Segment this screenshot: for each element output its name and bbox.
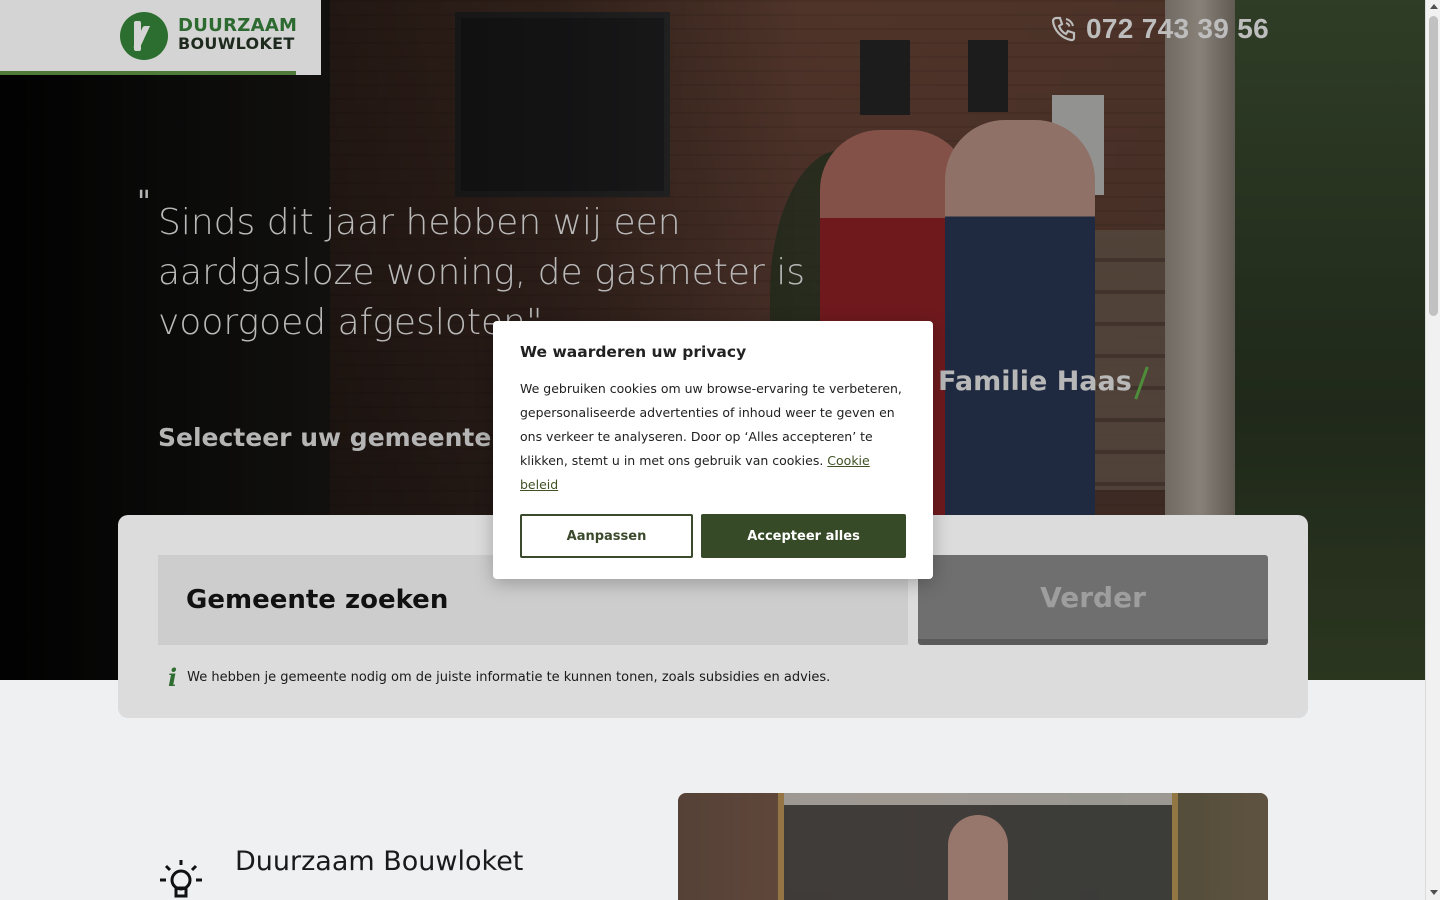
info-icon: i xyxy=(168,663,178,692)
phone-link[interactable]: 072 743 39 56 xyxy=(1050,13,1269,45)
site-logo[interactable]: DUURZAAM BOUWLOKET xyxy=(0,0,321,75)
section-title: Duurzaam Bouwloket xyxy=(235,846,524,877)
logo-icon xyxy=(120,12,168,60)
lightbulb-icon xyxy=(160,860,202,898)
cookie-dialog-title: We waarderen uw privacy xyxy=(520,343,747,361)
scroll-down-icon[interactable] xyxy=(1430,890,1438,895)
scrollbar-thumb[interactable] xyxy=(1429,16,1438,316)
cookie-dialog-text: We gebruiken cookies om uw browse-ervari… xyxy=(520,377,906,497)
search-placeholder: Gemeente zoeken xyxy=(186,585,449,615)
logo-accent-bar xyxy=(0,71,296,75)
quote-author: Familie Haas xyxy=(938,366,1132,397)
cookie-consent-dialog: We waarderen uw privacy We gebruiken coo… xyxy=(493,321,933,579)
phone-icon xyxy=(1051,16,1076,42)
info-note: i We hebben je gemeente nodig om de juis… xyxy=(168,663,830,692)
logo-line-1: DUURZAAM xyxy=(178,15,298,36)
quote-mark: " xyxy=(137,185,151,220)
customize-button[interactable]: Aanpassen xyxy=(520,514,693,558)
continue-button[interactable]: Verder xyxy=(918,555,1268,645)
logo-line-2: BOUWLOKET xyxy=(178,34,295,53)
select-municipality-title: Selecteer uw gemeente xyxy=(158,423,492,452)
phone-number: 072 743 39 56 xyxy=(1086,13,1269,44)
cookie-buttons: Aanpassen Accepteer alles xyxy=(520,514,906,558)
accept-all-button[interactable]: Accepteer alles xyxy=(701,514,906,558)
section-photo xyxy=(678,793,1268,900)
logo-text: DUURZAAM BOUWLOKET xyxy=(178,17,297,53)
page-scrollbar[interactable] xyxy=(1425,0,1440,900)
info-text: We hebben je gemeente nodig om de juiste… xyxy=(187,670,831,685)
scroll-up-icon[interactable] xyxy=(1430,4,1438,9)
